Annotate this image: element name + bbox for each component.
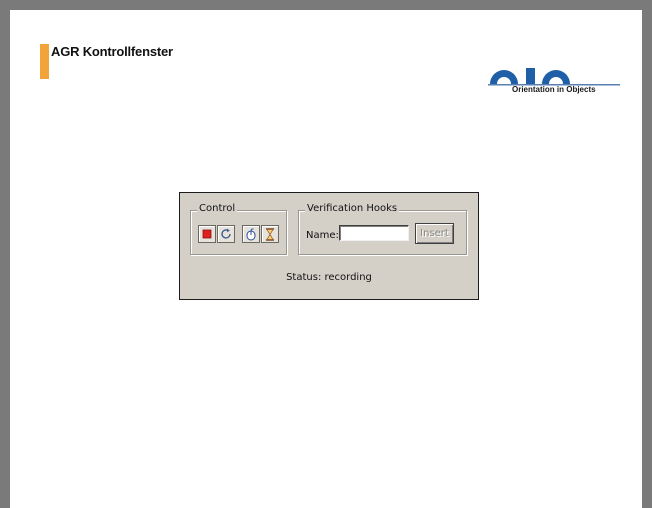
name-label: Name: (306, 230, 339, 241)
verification-hooks-group: Verification Hooks Name: Insert (298, 203, 467, 255)
status-text: Status: recording (286, 272, 372, 283)
agr-control-window: Control Verification Hooks Name: Insert … (179, 192, 479, 300)
hourglass-icon (266, 227, 274, 241)
insert-button[interactable]: Insert (415, 223, 454, 244)
hourglass-button[interactable] (261, 225, 279, 243)
refresh-button[interactable] (217, 225, 235, 243)
stop-button[interactable] (198, 225, 216, 243)
stop-icon (202, 229, 212, 239)
slide: AGR Kontrollfenster Orientation in Objec… (10, 10, 642, 508)
mouse-button[interactable] (242, 225, 260, 243)
control-group: Control (190, 203, 287, 255)
slide-title: AGR Kontrollfenster (51, 44, 173, 59)
oio-logo-mark (488, 68, 620, 86)
name-input[interactable] (339, 225, 409, 241)
refresh-icon (221, 228, 231, 239)
oio-logo: Orientation in Objects (488, 54, 620, 99)
logo-tagline: Orientation in Objects (512, 85, 596, 94)
accent-bar (40, 44, 49, 79)
control-group-label: Control (197, 203, 238, 214)
mouse-icon (246, 227, 256, 240)
verification-hooks-label: Verification Hooks (305, 203, 400, 214)
